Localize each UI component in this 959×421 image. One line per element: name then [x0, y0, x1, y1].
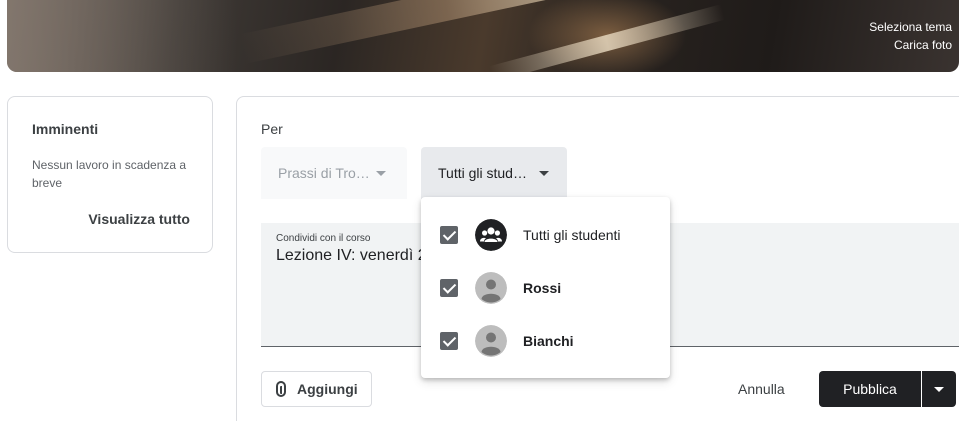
students-select-value: Tutti gli stud…: [438, 165, 527, 181]
share-text: Lezione IV: venerdì 2: [276, 247, 427, 264]
cancel-button[interactable]: Annulla: [738, 381, 785, 397]
students-dropdown-menu: Tutti gli studenti Rossi Bianchi: [421, 197, 670, 378]
menu-item-label: Tutti gli studenti: [523, 227, 621, 243]
dropdown-arrow-icon: [934, 387, 944, 392]
add-button-label: Aggiungi: [297, 381, 358, 397]
paperclip-icon: [276, 381, 286, 397]
select-theme-link[interactable]: Seleziona tema: [869, 20, 952, 34]
upcoming-title: Imminenti: [32, 121, 99, 137]
menu-item-all-students[interactable]: Tutti gli studenti: [421, 209, 670, 261]
course-select[interactable]: Prassi di Tro…: [261, 147, 407, 199]
menu-item-student-rossi[interactable]: Rossi: [421, 262, 670, 314]
checkbox-checked-icon[interactable]: [440, 332, 458, 350]
upcoming-card: Imminenti Nessun lavoro in scadenza a br…: [7, 96, 213, 253]
publish-button[interactable]: Pubblica: [819, 371, 921, 407]
dropdown-arrow-icon: [539, 171, 549, 176]
upload-photo-link[interactable]: Carica foto: [894, 38, 952, 52]
menu-item-student-bianchi[interactable]: Bianchi: [421, 315, 670, 367]
group-icon: [475, 219, 507, 251]
person-avatar-icon: [475, 272, 507, 304]
menu-item-label: Bianchi: [523, 333, 574, 349]
view-all-link[interactable]: Visualizza tutto: [88, 211, 190, 227]
banner-fade: [7, 0, 237, 72]
publish-options-button[interactable]: [922, 371, 956, 407]
students-select[interactable]: Tutti gli stud…: [421, 147, 567, 199]
upcoming-description: Nessun lavoro in scadenza a breve: [32, 158, 187, 190]
share-label: Condividi con il corso: [276, 233, 371, 244]
dropdown-arrow-icon: [376, 171, 386, 176]
publish-button-label: Pubblica: [843, 381, 897, 397]
for-label: Per: [261, 121, 283, 137]
menu-item-label: Rossi: [523, 280, 562, 296]
class-banner: Seleziona tema Carica foto: [7, 0, 959, 72]
course-select-value: Prassi di Tro…: [278, 165, 370, 181]
checkbox-checked-icon[interactable]: [440, 279, 458, 297]
person-avatar-icon: [475, 325, 507, 357]
checkbox-checked-icon[interactable]: [440, 226, 458, 244]
add-attachment-button[interactable]: Aggiungi: [261, 371, 372, 407]
